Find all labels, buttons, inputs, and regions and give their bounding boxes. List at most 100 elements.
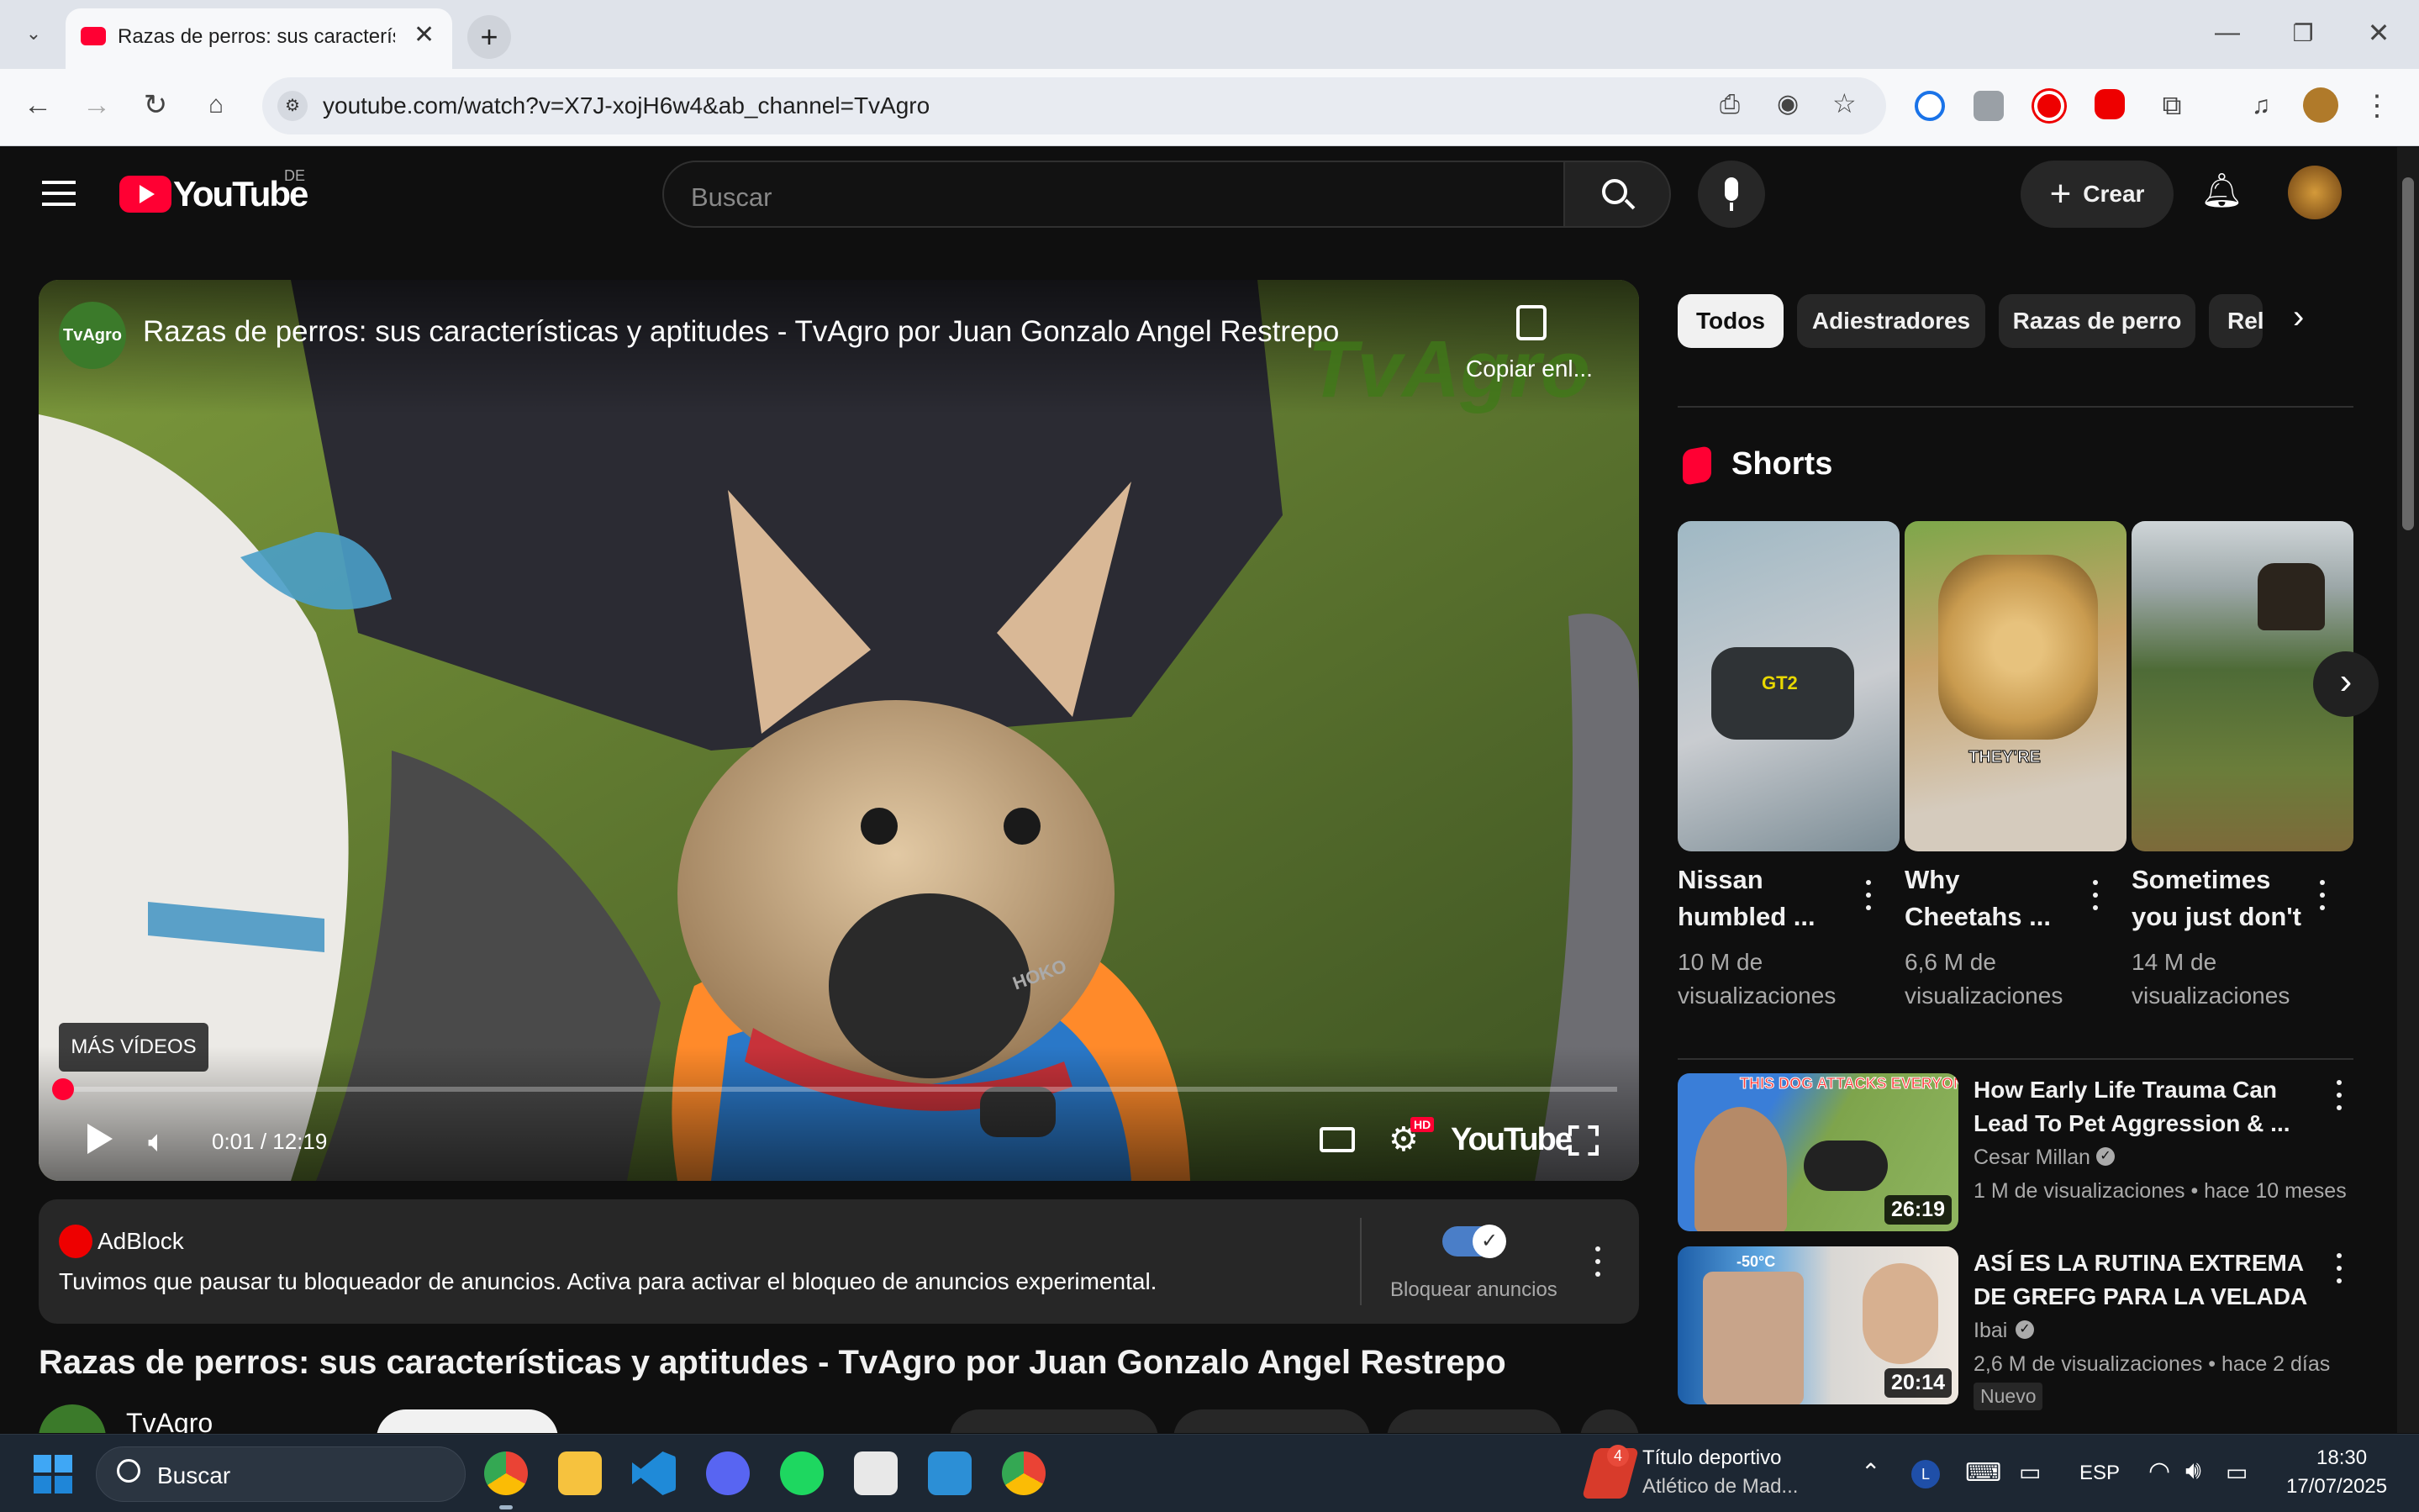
subscribe-button[interactable]: [377, 1409, 558, 1433]
discord-icon[interactable]: [706, 1451, 750, 1495]
home-icon[interactable]: ⌂: [195, 84, 237, 126]
short-thumbnail-1[interactable]: GT2: [1678, 521, 1900, 851]
chip-todos[interactable]: Todos: [1678, 294, 1784, 348]
snipping-tool-icon[interactable]: [854, 1451, 898, 1495]
close-tab-icon[interactable]: ✕: [414, 20, 435, 50]
video-player[interactable]: TvAgro Razas de perros: sus característi…: [39, 280, 1639, 1181]
block-ads-toggle[interactable]: ✓: [1442, 1225, 1506, 1258]
scrollbar-thumb[interactable]: [2402, 177, 2414, 530]
chip-razas-de-perro[interactable]: Razas de perro: [1999, 294, 2195, 348]
wifi-icon[interactable]: ◠: [2148, 1457, 2170, 1486]
account-avatar[interactable]: [2288, 166, 2342, 219]
short-menu-icon-2[interactable]: [2091, 880, 2100, 910]
site-info-icon[interactable]: ⚙: [277, 91, 308, 121]
chip-rel[interactable]: Rel: [2209, 294, 2263, 348]
spotify-icon[interactable]: [780, 1451, 824, 1495]
tray-app-icon[interactable]: L: [1911, 1460, 1940, 1488]
tracking-eye-icon[interactable]: ◉: [1777, 89, 1799, 119]
tray-chevron-up-icon[interactable]: ⌃: [1861, 1458, 1880, 1486]
clock-time[interactable]: 18:30: [2316, 1446, 2367, 1470]
rec-menu-icon-1[interactable]: [2335, 1080, 2343, 1110]
bookmark-star-icon[interactable]: ☆: [1832, 87, 1857, 119]
extension-globe-icon[interactable]: [1915, 91, 1945, 121]
file-explorer-icon[interactable]: [558, 1451, 602, 1495]
share-button[interactable]: [1173, 1409, 1370, 1433]
back-arrow-icon[interactable]: ←: [17, 84, 59, 126]
rec-title-1[interactable]: How Early Life Trauma Can Lead To Pet Ag…: [1974, 1073, 2327, 1141]
rec-channel-1[interactable]: Cesar Millan: [1974, 1146, 2090, 1170]
profile-avatar[interactable]: [2303, 87, 2338, 123]
chrome-taskbar-icon[interactable]: [484, 1451, 528, 1495]
guide-menu-icon[interactable]: [42, 181, 76, 206]
copy-link-icon[interactable]: [1516, 305, 1547, 340]
minimize-window-button[interactable]: —: [2202, 12, 2253, 54]
search-button[interactable]: [1563, 161, 1671, 228]
short-menu-icon-1[interactable]: [1864, 880, 1873, 910]
forward-arrow-icon[interactable]: →: [76, 84, 118, 126]
display-icon[interactable]: ▭: [2019, 1458, 2041, 1486]
extension-record-icon[interactable]: [2034, 91, 2064, 121]
new-tab-button[interactable]: +: [467, 15, 511, 59]
news-subtitle[interactable]: Atlético de Mad...: [1642, 1475, 1798, 1499]
clock-date[interactable]: 17/07/2025: [2286, 1475, 2387, 1499]
create-button[interactable]: + Crear: [2021, 161, 2174, 228]
restore-window-button[interactable]: ❐: [2278, 12, 2328, 54]
voice-search-button[interactable]: [1698, 161, 1765, 228]
progress-scrubber[interactable]: [52, 1078, 74, 1100]
address-bar[interactable]: ⚙ youtube.com/watch?v=X7J-xojH6w4&ab_cha…: [262, 77, 1886, 134]
short-thumbnail-2[interactable]: THEY'RE: [1905, 521, 2127, 851]
play-icon[interactable]: [87, 1124, 113, 1154]
battery-icon[interactable]: ▭: [2226, 1458, 2248, 1486]
windows-start-icon[interactable]: [34, 1455, 72, 1494]
rec-thumbnail-1[interactable]: THIS DOG ATTACKS EVERYONE! 26:19: [1678, 1073, 1958, 1231]
chrome-profile-taskbar-icon[interactable]: [1002, 1451, 1046, 1495]
notifications-bell-icon[interactable]: 🔔︎: [2200, 171, 2243, 211]
progress-bar[interactable]: [61, 1087, 1617, 1092]
taskbar-search-input[interactable]: Buscar: [96, 1446, 466, 1502]
reload-icon[interactable]: ↻: [134, 84, 177, 126]
channel-avatar[interactable]: [39, 1404, 106, 1433]
channel-name[interactable]: TvAgro: [126, 1408, 213, 1433]
short-title-1[interactable]: Nissan humbled ...: [1678, 861, 1846, 935]
extension-translate-icon[interactable]: [1974, 91, 2004, 121]
extensions-puzzle-icon[interactable]: ⧉: [2152, 86, 2192, 126]
rec-channel-2[interactable]: Ibai: [1974, 1319, 2007, 1343]
rec-thumbnail-2[interactable]: -50°C 20:14: [1678, 1246, 1958, 1404]
rec-title-2[interactable]: ASÍ ES LA RUTINA EXTREMA DE GREFG PARA L…: [1974, 1246, 2327, 1314]
shorts-logo-icon: [1683, 445, 1711, 486]
subtitles-icon[interactable]: [1320, 1127, 1355, 1152]
media-controls-icon[interactable]: ♫: [2241, 86, 2281, 126]
extension-adblock-icon[interactable]: [2095, 89, 2125, 119]
language-indicator[interactable]: ESP: [2079, 1462, 2120, 1485]
close-window-button[interactable]: ✕: [2353, 12, 2404, 54]
volume-icon[interactable]: 🔈︎: [148, 1124, 166, 1160]
vscode-icon[interactable]: [632, 1451, 676, 1495]
search-input[interactable]: Buscar: [662, 161, 1565, 228]
save-button[interactable]: [1387, 1409, 1562, 1433]
more-actions-button[interactable]: [1580, 1409, 1639, 1433]
chips-next-chevron-icon[interactable]: ›: [2293, 298, 2304, 336]
page-scrollbar[interactable]: [2397, 147, 2419, 1433]
rec-menu-icon-2[interactable]: [2335, 1253, 2343, 1283]
chip-adiestradores[interactable]: Adiestradores: [1797, 294, 1985, 348]
notepad-icon[interactable]: [928, 1451, 972, 1495]
youtube-logo-icon[interactable]: [119, 176, 171, 213]
adblock-menu-icon[interactable]: [1594, 1246, 1602, 1277]
youtube-brand-button[interactable]: YouTube: [1451, 1122, 1573, 1158]
short-menu-icon-3[interactable]: [2318, 880, 2327, 910]
speaker-icon[interactable]: 🔊︎: [2185, 1457, 2201, 1485]
block-ads-label: Bloquear anuncios: [1390, 1278, 1557, 1301]
news-title[interactable]: Título deportivo: [1642, 1446, 1781, 1470]
tab-search-chevron-icon[interactable]: ⌄: [15, 15, 52, 52]
like-dislike-button[interactable]: [950, 1409, 1158, 1433]
keyboard-icon[interactable]: ⌨: [1965, 1458, 2001, 1488]
browser-menu-icon[interactable]: ⋮: [2360, 86, 2394, 126]
browser-tab-active[interactable]: Razas de perros: sus característ ✕: [66, 8, 452, 69]
install-app-icon[interactable]: ⎙: [1720, 91, 1740, 119]
copy-link-label[interactable]: Copiar enl...: [1466, 356, 1593, 382]
shorts-next-chevron-icon[interactable]: ›: [2313, 651, 2379, 717]
short-title-2[interactable]: Why Cheetahs ...: [1905, 861, 2073, 935]
channel-badge-avatar[interactable]: TvAgro: [59, 302, 126, 369]
short-title-3[interactable]: Sometimes you just don't: [2132, 861, 2308, 935]
player-video-title[interactable]: Razas de perros: sus características y a…: [143, 315, 1339, 349]
